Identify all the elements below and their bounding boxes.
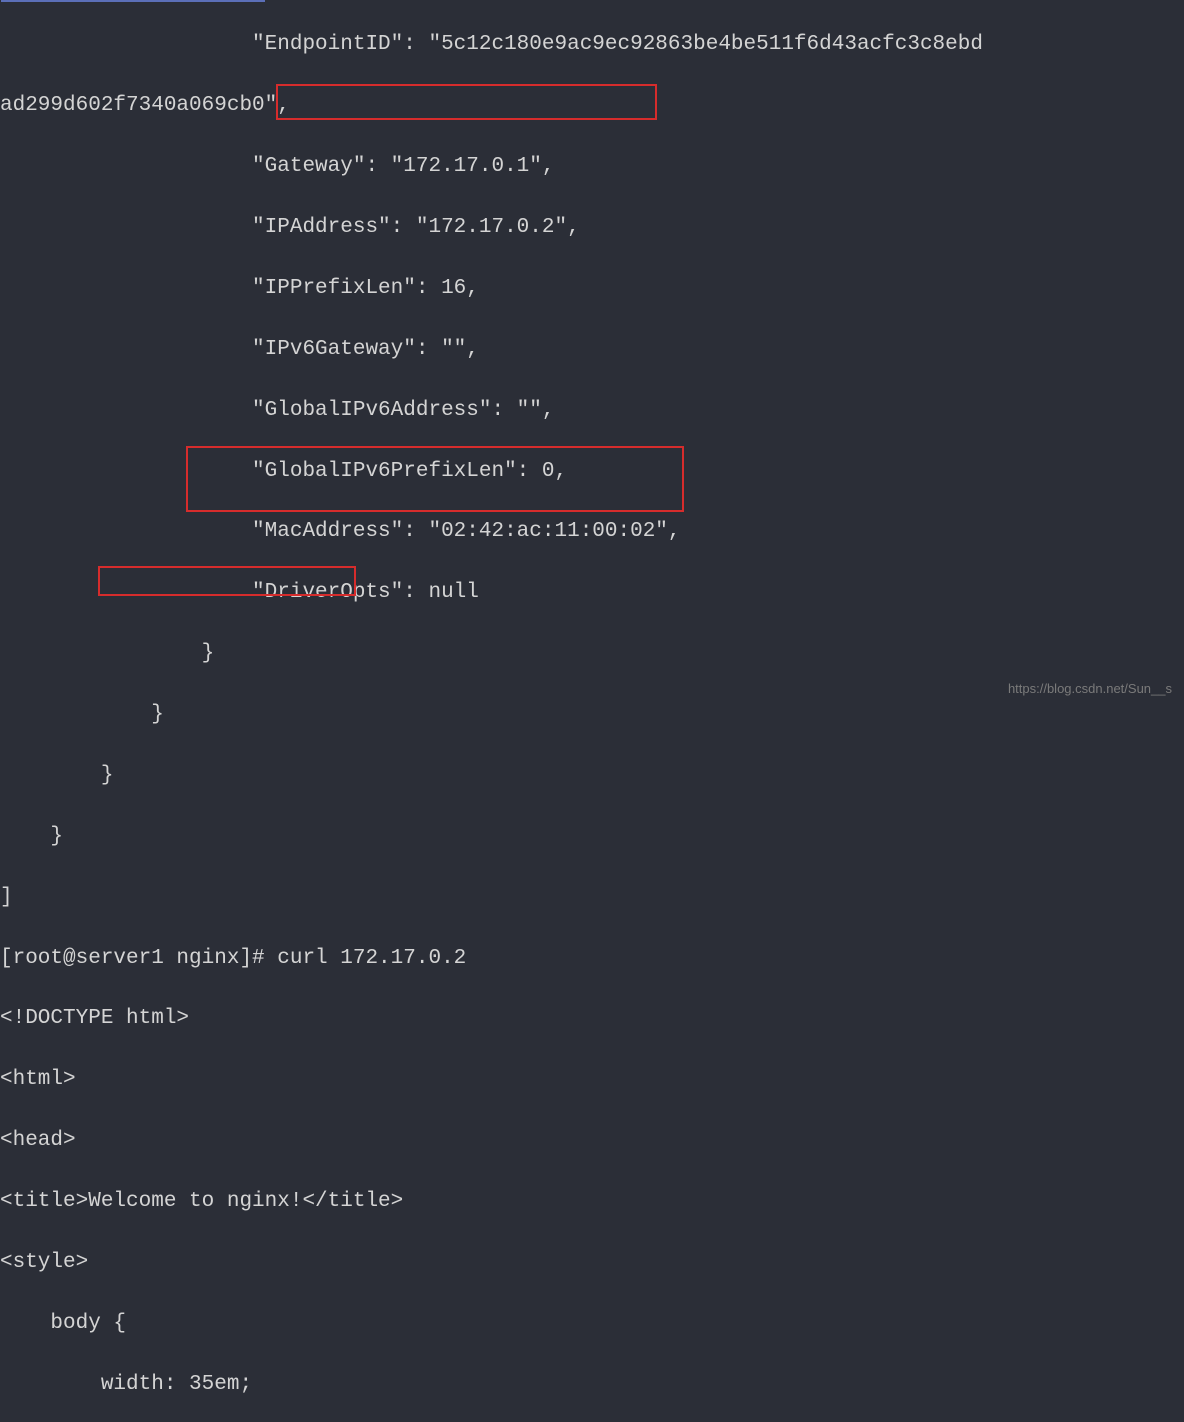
terminal-line: }	[0, 761, 1184, 791]
terminal-line: "GlobalIPv6PrefixLen": 0,	[0, 457, 1184, 487]
terminal-prompt-line: [root@server1 nginx]# curl 172.17.0.2	[0, 944, 1184, 974]
terminal-line: ]	[0, 883, 1184, 913]
terminal-line: "Gateway": "172.17.0.1",	[0, 152, 1184, 182]
terminal-line: <head>	[0, 1126, 1184, 1156]
terminal-line: <!DOCTYPE html>	[0, 1004, 1184, 1034]
terminal-line: "IPAddress": "172.17.0.2",	[0, 213, 1184, 243]
terminal-line: }	[0, 639, 1184, 669]
terminal-line: width: 35em;	[0, 1370, 1184, 1400]
terminal-line: }	[0, 700, 1184, 730]
terminal-line: "IPv6Gateway": "",	[0, 335, 1184, 365]
terminal-line: "EndpointID": "5c12c180e9ac9ec92863be4be…	[0, 30, 1184, 60]
terminal-line: "DriverOpts": null	[0, 578, 1184, 608]
terminal-line: "MacAddress": "02:42:ac:11:00:02",	[0, 517, 1184, 547]
terminal-line: ad299d602f7340a069cb0",	[0, 91, 1184, 121]
terminal-line: <title>Welcome to nginx!</title>	[0, 1187, 1184, 1217]
terminal-line: <style>	[0, 1248, 1184, 1278]
terminal-line: }	[0, 822, 1184, 852]
watermark-text: https://blog.csdn.net/Sun__s	[1008, 680, 1172, 699]
terminal-line: "GlobalIPv6Address": "",	[0, 396, 1184, 426]
terminal-line: "IPPrefixLen": 16,	[0, 274, 1184, 304]
terminal-output[interactable]: "EndpointID": "5c12c180e9ac9ec92863be4be…	[0, 0, 1184, 1422]
terminal-line: <html>	[0, 1065, 1184, 1095]
terminal-line: body {	[0, 1309, 1184, 1339]
